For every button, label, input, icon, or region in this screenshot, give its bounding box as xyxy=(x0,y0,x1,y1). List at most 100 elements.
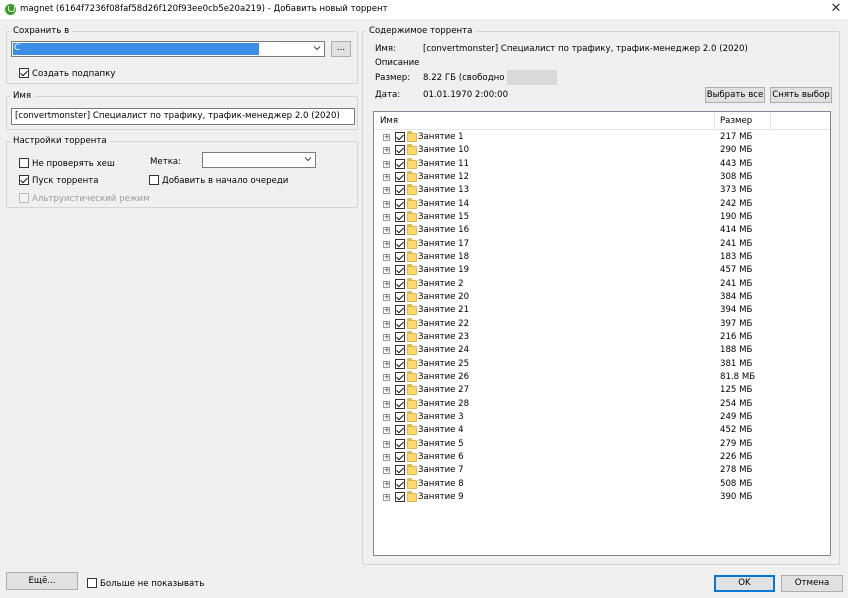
expand-icon[interactable]: + xyxy=(383,493,390,501)
tree-row[interactable]: + Занятие 5 279 МБ xyxy=(374,437,830,451)
expand-icon[interactable]: + xyxy=(383,267,390,275)
dont-show-checkbox[interactable] xyxy=(87,578,97,588)
tree-row[interactable]: + Занятие 15 190 МБ xyxy=(374,210,830,224)
chevron-down-icon[interactable] xyxy=(313,44,321,52)
tree-row[interactable]: + Занятие 22 397 МБ xyxy=(374,317,830,331)
row-checkbox[interactable] xyxy=(395,238,405,249)
expand-icon[interactable]: + xyxy=(383,240,390,248)
row-checkbox[interactable] xyxy=(395,265,405,276)
tree-row[interactable]: + Занятие 8 508 МБ xyxy=(374,477,830,491)
tree-row[interactable]: + Занятие 21 394 МБ xyxy=(374,304,830,317)
column-header-size[interactable]: Размер xyxy=(720,116,752,126)
row-checkbox[interactable] xyxy=(395,478,405,489)
tree-row[interactable]: + Занятие 6 226 МБ xyxy=(374,450,830,464)
row-checkbox[interactable] xyxy=(395,225,405,236)
expand-icon[interactable]: + xyxy=(383,347,390,355)
deselect-all-button[interactable]: Снять выбор xyxy=(770,87,832,103)
row-checkbox[interactable] xyxy=(395,425,405,436)
row-checkbox[interactable] xyxy=(395,465,405,476)
row-checkbox[interactable] xyxy=(395,411,405,422)
skip-hash-option[interactable]: Не проверять хеш xyxy=(19,158,115,169)
tree-row[interactable]: + Занятие 1 217 МБ xyxy=(374,131,830,144)
start-torrent-checkbox[interactable] xyxy=(19,175,29,185)
tree-row[interactable]: + Занятие 9 390 МБ xyxy=(374,490,830,504)
row-checkbox[interactable] xyxy=(395,398,405,409)
start-torrent-option[interactable]: Пуск торрента xyxy=(19,175,99,186)
browse-button[interactable]: ... xyxy=(331,41,351,57)
expand-icon[interactable]: + xyxy=(383,360,390,368)
tree-row[interactable]: + Занятие 12 308 МБ xyxy=(374,170,830,184)
row-checkbox[interactable] xyxy=(395,451,405,462)
close-icon[interactable]: ✕ xyxy=(828,1,844,17)
torrent-name-input[interactable]: [convertmonster] Специалист по трафику, … xyxy=(11,108,355,125)
tree-row[interactable]: + Занятие 14 242 МБ xyxy=(374,197,830,211)
column-divider[interactable] xyxy=(714,112,715,130)
tree-row[interactable]: + Занятие 20 384 МБ xyxy=(374,290,830,304)
row-checkbox[interactable] xyxy=(395,438,405,449)
expand-icon[interactable]: + xyxy=(383,333,390,341)
row-checkbox[interactable] xyxy=(395,171,405,182)
tree-row[interactable]: + Занятие 27 125 МБ xyxy=(374,384,830,397)
row-checkbox[interactable] xyxy=(395,318,405,329)
row-checkbox[interactable] xyxy=(395,278,405,289)
skip-hash-checkbox[interactable] xyxy=(19,158,29,168)
create-subfolder-option[interactable]: Создать подпапку xyxy=(19,68,115,79)
label-combo[interactable] xyxy=(202,152,316,168)
tree-row[interactable]: + Занятие 10 290 МБ xyxy=(374,144,830,157)
row-checkbox[interactable] xyxy=(395,291,405,302)
tree-row[interactable]: + Занятие 13 373 МБ xyxy=(374,184,830,197)
row-checkbox[interactable] xyxy=(395,158,405,169)
select-all-button[interactable]: Выбрать все xyxy=(705,87,765,103)
expand-icon[interactable]: + xyxy=(383,320,390,328)
expand-icon[interactable]: + xyxy=(383,387,390,395)
content-tree[interactable]: Имя Размер + Занятие 1 217 МБ + Занятие 10 29… xyxy=(373,111,831,556)
tree-row[interactable]: + Занятие 18 183 МБ xyxy=(374,250,830,264)
expand-icon[interactable]: + xyxy=(383,427,390,435)
tree-row[interactable]: + Занятие 24 188 МБ xyxy=(374,344,830,357)
expand-icon[interactable]: + xyxy=(383,213,390,221)
expand-icon[interactable]: + xyxy=(383,134,390,141)
row-checkbox[interactable] xyxy=(395,371,405,382)
tree-row[interactable]: + Занятие 19 457 МБ xyxy=(374,264,830,277)
row-checkbox[interactable] xyxy=(395,251,405,262)
tree-row[interactable]: + Занятие 11 443 МБ xyxy=(374,157,830,171)
expand-icon[interactable]: + xyxy=(383,173,390,181)
row-checkbox[interactable] xyxy=(395,305,405,316)
expand-icon[interactable]: + xyxy=(383,440,390,448)
expand-icon[interactable]: + xyxy=(383,160,390,168)
chevron-down-icon[interactable] xyxy=(304,155,312,163)
row-checkbox[interactable] xyxy=(395,491,405,502)
row-checkbox[interactable] xyxy=(395,358,405,369)
more-button[interactable]: Ещё... xyxy=(6,572,78,590)
expand-icon[interactable]: + xyxy=(383,307,390,315)
tree-row[interactable]: + Занятие 2 241 МБ xyxy=(374,277,830,291)
expand-icon[interactable]: + xyxy=(383,147,390,155)
add-to-top-option[interactable]: Добавить в начало очереди xyxy=(149,175,288,186)
tree-row[interactable]: + Занятие 7 278 МБ xyxy=(374,464,830,477)
expand-icon[interactable]: + xyxy=(383,467,390,475)
expand-icon[interactable]: + xyxy=(383,200,390,208)
expand-icon[interactable]: + xyxy=(383,373,390,381)
tree-row[interactable]: + Занятие 3 249 МБ xyxy=(374,410,830,424)
tree-row[interactable]: + Занятие 4 452 МБ xyxy=(374,424,830,437)
save-path-combo[interactable]: C xyxy=(11,41,325,57)
cancel-button[interactable]: Отмена xyxy=(781,575,843,592)
column-header-name[interactable]: Имя xyxy=(380,116,398,126)
row-checkbox[interactable] xyxy=(395,331,405,342)
expand-icon[interactable]: + xyxy=(383,453,390,461)
expand-icon[interactable]: + xyxy=(383,480,390,488)
column-divider[interactable] xyxy=(770,112,771,130)
row-checkbox[interactable] xyxy=(395,145,405,156)
expand-icon[interactable]: + xyxy=(383,280,390,288)
create-subfolder-checkbox[interactable] xyxy=(19,68,29,78)
row-checkbox[interactable] xyxy=(395,345,405,356)
expand-icon[interactable]: + xyxy=(383,227,390,235)
dont-show-option[interactable]: Больше не показывать xyxy=(87,578,204,589)
tree-row[interactable]: + Занятие 23 216 МБ xyxy=(374,330,830,344)
expand-icon[interactable]: + xyxy=(383,400,390,408)
tree-row[interactable]: + Занятие 26 81.8 МБ xyxy=(374,370,830,384)
ok-button[interactable]: OK xyxy=(714,575,775,592)
tree-row[interactable]: + Занятие 28 254 МБ xyxy=(374,397,830,411)
tree-row[interactable]: + Занятие 17 241 МБ xyxy=(374,237,830,251)
expand-icon[interactable]: + xyxy=(383,293,390,301)
